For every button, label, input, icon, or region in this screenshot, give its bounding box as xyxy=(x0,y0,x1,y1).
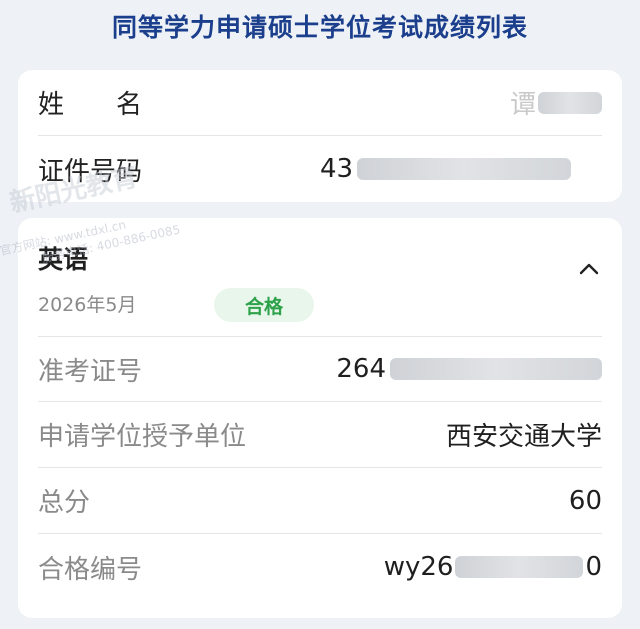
score-value: 60 xyxy=(568,485,602,516)
id-value: 43 xyxy=(320,154,572,184)
admission-label: 准考证号 xyxy=(38,356,143,387)
admission-row: 准考证号 264 xyxy=(38,336,602,402)
certificate-row: 合格编号 wy26 0 xyxy=(38,534,602,600)
subject-title: 英语 xyxy=(38,245,89,274)
page-title: 同等学力申请硕士学位考试成绩列表 xyxy=(111,13,528,42)
university-value: 西安交通大学 xyxy=(445,422,602,452)
status-badge: 合格 xyxy=(214,288,314,322)
personal-info-card: 姓 名 谭 证件号码 43 xyxy=(18,70,622,202)
name-label: 姓 名 xyxy=(38,90,143,120)
admission-redaction xyxy=(390,358,602,380)
exam-result-card[interactable]: 英语 2026年5月 合格 准考证号 264 申请学位授予单位 西安交通大学 总… xyxy=(18,218,622,618)
name-text: 谭 xyxy=(509,90,536,120)
name-redaction xyxy=(538,91,602,114)
exam-date: 2026年5月 xyxy=(38,294,137,316)
score-row: 总分 60 xyxy=(38,468,602,534)
admission-text: 264 xyxy=(336,354,386,384)
id-text: 43 xyxy=(320,154,354,184)
admission-value: 264 xyxy=(336,354,602,384)
certificate-label: 合格编号 xyxy=(38,554,143,585)
score-label: 总分 xyxy=(38,488,91,518)
id-redaction xyxy=(357,158,572,180)
university-row: 申请学位授予单位 西安交通大学 xyxy=(38,402,602,468)
university-label: 申请学位授予单位 xyxy=(38,422,247,452)
certificate-redaction xyxy=(455,556,584,578)
id-label: 证件号码 xyxy=(38,156,143,187)
chevron-up-icon[interactable] xyxy=(578,258,600,280)
name-value: 谭 xyxy=(510,84,602,121)
name-row: 姓 名 谭 xyxy=(38,70,602,136)
certificate-value: wy26 0 xyxy=(384,552,602,582)
certificate-text: wy26 xyxy=(383,552,454,582)
id-row: 证件号码 43 xyxy=(38,136,602,202)
certificate-suffix: 0 xyxy=(585,552,602,582)
